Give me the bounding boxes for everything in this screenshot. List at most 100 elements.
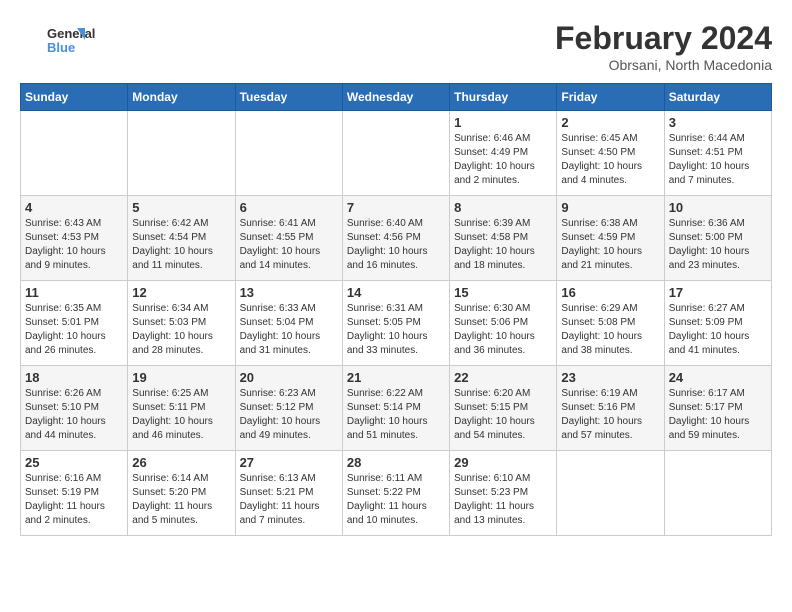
- day-number: 29: [454, 455, 552, 470]
- day-number: 12: [132, 285, 230, 300]
- calendar-cell: 9 Sunrise: 6:38 AM Sunset: 4:59 PM Daylig…: [557, 196, 664, 281]
- calendar-cell: 17 Sunrise: 6:27 AM Sunset: 5:09 PM Dayli…: [664, 281, 771, 366]
- day-info: Sunrise: 6:17 AM Sunset: 5:17 PM Dayligh…: [669, 387, 767, 443]
- day-number: 26: [132, 455, 230, 470]
- day-info: Sunrise: 6:33 AM Sunset: 5:04 PM Dayligh…: [240, 302, 338, 358]
- day-number: 13: [240, 285, 338, 300]
- calendar-cell: 15Sunrise: 6:30 AM Sunset: 5:06 PM Dayli…: [450, 281, 557, 366]
- day-number: 24: [669, 370, 767, 385]
- header-cell-sunday: Sunday: [21, 84, 128, 111]
- day-number: 3: [669, 115, 767, 130]
- calendar-cell: 3 Sunrise: 6:44 AM Sunset: 4:51 PM Daylig…: [664, 111, 771, 196]
- day-info: Sunrise: 6:29 AM Sunset: 5:08 PM Dayligh…: [561, 302, 659, 358]
- calendar-cell: [128, 111, 235, 196]
- calendar-cell: 12 Sunrise: 6:34 AM Sunset: 5:03 PM Dayli…: [128, 281, 235, 366]
- calendar-cell: 29 Sunrise: 6:10 AM Sunset: 5:23 PM Dayli…: [450, 451, 557, 536]
- calendar-cell: 22 Sunrise: 6:20 AM Sunset: 5:15 PM Dayli…: [450, 366, 557, 451]
- day-info: Sunrise: 6:27 AM Sunset: 5:09 PM Dayligh…: [669, 302, 767, 358]
- calendar-cell: 25 Sunrise: 6:16 AM Sunset: 5:19 PM Dayli…: [21, 451, 128, 536]
- day-info: Sunrise: 6:46 AM Sunset: 4:49 PM Dayligh…: [454, 132, 552, 188]
- calendar-week-0: 1 Sunrise: 6:46 AM Sunset: 4:49 PM Daylig…: [21, 111, 772, 196]
- day-info: Sunrise: 6:19 AM Sunset: 5:16 PM Dayligh…: [561, 387, 659, 443]
- calendar-cell: 11 Sunrise: 6:35 AM Sunset: 5:01 PM Dayli…: [21, 281, 128, 366]
- day-info: Sunrise: 6:10 AM Sunset: 5:23 PM Dayligh…: [454, 472, 552, 528]
- header-cell-saturday: Saturday: [664, 84, 771, 111]
- header-cell-friday: Friday: [557, 84, 664, 111]
- calendar-cell: 28Sunrise: 6:11 AM Sunset: 5:22 PM Dayli…: [342, 451, 449, 536]
- calendar-cell: 7 Sunrise: 6:40 AM Sunset: 4:56 PM Daylig…: [342, 196, 449, 281]
- day-number: 22: [454, 370, 552, 385]
- calendar-cell: [557, 451, 664, 536]
- svg-text:Blue: Blue: [47, 40, 75, 55]
- header-row: SundayMondayTuesdayWednesdayThursdayFrid…: [21, 84, 772, 111]
- calendar-cell: 18Sunrise: 6:26 AM Sunset: 5:10 PM Dayli…: [21, 366, 128, 451]
- calendar-cell: 24 Sunrise: 6:17 AM Sunset: 5:17 PM Dayli…: [664, 366, 771, 451]
- calendar-table: SundayMondayTuesdayWednesdayThursdayFrid…: [20, 83, 772, 536]
- calendar-subtitle: Obrsani, North Macedonia: [555, 57, 772, 73]
- calendar-cell: 21 Sunrise: 6:22 AM Sunset: 5:14 PM Dayli…: [342, 366, 449, 451]
- calendar-week-2: 11 Sunrise: 6:35 AM Sunset: 5:01 PM Dayli…: [21, 281, 772, 366]
- calendar-cell: 23 Sunrise: 6:19 AM Sunset: 5:16 PM Dayli…: [557, 366, 664, 451]
- day-info: Sunrise: 6:34 AM Sunset: 5:03 PM Dayligh…: [132, 302, 230, 358]
- day-number: 5: [132, 200, 230, 215]
- day-info: Sunrise: 6:26 AM Sunset: 5:10 PM Dayligh…: [25, 387, 123, 443]
- day-info: Sunrise: 6:42 AM Sunset: 4:54 PM Dayligh…: [132, 217, 230, 273]
- day-info: Sunrise: 6:13 AM Sunset: 5:21 PM Dayligh…: [240, 472, 338, 528]
- calendar-header: SundayMondayTuesdayWednesdayThursdayFrid…: [21, 84, 772, 111]
- day-number: 4: [25, 200, 123, 215]
- day-info: Sunrise: 6:16 AM Sunset: 5:19 PM Dayligh…: [25, 472, 123, 528]
- header-cell-tuesday: Tuesday: [235, 84, 342, 111]
- day-number: 10: [669, 200, 767, 215]
- day-info: Sunrise: 6:44 AM Sunset: 4:51 PM Dayligh…: [669, 132, 767, 188]
- day-info: Sunrise: 6:22 AM Sunset: 5:14 PM Dayligh…: [347, 387, 445, 443]
- calendar-cell: 16 Sunrise: 6:29 AM Sunset: 5:08 PM Dayli…: [557, 281, 664, 366]
- day-number: 8: [454, 200, 552, 215]
- header-cell-wednesday: Wednesday: [342, 84, 449, 111]
- calendar-title: February 2024: [555, 20, 772, 57]
- calendar-cell: 2Sunrise: 6:45 AM Sunset: 4:50 PM Daylig…: [557, 111, 664, 196]
- day-number: 9: [561, 200, 659, 215]
- svg-text:General: General: [47, 26, 95, 41]
- day-info: Sunrise: 6:11 AM Sunset: 5:22 PM Dayligh…: [347, 472, 445, 528]
- calendar-week-4: 25 Sunrise: 6:16 AM Sunset: 5:19 PM Dayli…: [21, 451, 772, 536]
- day-info: Sunrise: 6:40 AM Sunset: 4:56 PM Dayligh…: [347, 217, 445, 273]
- day-info: Sunrise: 6:41 AM Sunset: 4:55 PM Dayligh…: [240, 217, 338, 273]
- calendar-cell: 27 Sunrise: 6:13 AM Sunset: 5:21 PM Dayli…: [235, 451, 342, 536]
- calendar-cell: 19Sunrise: 6:25 AM Sunset: 5:11 PM Dayli…: [128, 366, 235, 451]
- header-cell-monday: Monday: [128, 84, 235, 111]
- day-number: 21: [347, 370, 445, 385]
- day-info: Sunrise: 6:43 AM Sunset: 4:53 PM Dayligh…: [25, 217, 123, 273]
- day-info: Sunrise: 6:36 AM Sunset: 5:00 PM Dayligh…: [669, 217, 767, 273]
- calendar-cell: 10 Sunrise: 6:36 AM Sunset: 5:00 PM Dayli…: [664, 196, 771, 281]
- day-number: 17: [669, 285, 767, 300]
- day-info: Sunrise: 6:25 AM Sunset: 5:11 PM Dayligh…: [132, 387, 230, 443]
- day-number: 27: [240, 455, 338, 470]
- day-number: 14: [347, 285, 445, 300]
- day-number: 16: [561, 285, 659, 300]
- title-area: February 2024 Obrsani, North Macedonia: [555, 20, 772, 73]
- calendar-cell: 20 Sunrise: 6:23 AM Sunset: 5:12 PM Dayli…: [235, 366, 342, 451]
- calendar-cell: 4 Sunrise: 6:43 AM Sunset: 4:53 PM Daylig…: [21, 196, 128, 281]
- day-info: Sunrise: 6:23 AM Sunset: 5:12 PM Dayligh…: [240, 387, 338, 443]
- calendar-cell: 5 Sunrise: 6:42 AM Sunset: 4:54 PM Daylig…: [128, 196, 235, 281]
- day-info: Sunrise: 6:35 AM Sunset: 5:01 PM Dayligh…: [25, 302, 123, 358]
- calendar-cell: 6Sunrise: 6:41 AM Sunset: 4:55 PM Daylig…: [235, 196, 342, 281]
- calendar-cell: 13 Sunrise: 6:33 AM Sunset: 5:04 PM Dayli…: [235, 281, 342, 366]
- day-number: 20: [240, 370, 338, 385]
- day-number: 25: [25, 455, 123, 470]
- calendar-cell: [342, 111, 449, 196]
- calendar-cell: 26 Sunrise: 6:14 AM Sunset: 5:20 PM Dayli…: [128, 451, 235, 536]
- day-info: Sunrise: 6:31 AM Sunset: 5:05 PM Dayligh…: [347, 302, 445, 358]
- calendar-cell: [235, 111, 342, 196]
- day-number: 1: [454, 115, 552, 130]
- day-info: Sunrise: 6:14 AM Sunset: 5:20 PM Dayligh…: [132, 472, 230, 528]
- day-info: Sunrise: 6:38 AM Sunset: 4:59 PM Dayligh…: [561, 217, 659, 273]
- day-info: Sunrise: 6:30 AM Sunset: 5:06 PM Dayligh…: [454, 302, 552, 358]
- day-number: 7: [347, 200, 445, 215]
- calendar-cell: [21, 111, 128, 196]
- day-number: 23: [561, 370, 659, 385]
- day-info: Sunrise: 6:20 AM Sunset: 5:15 PM Dayligh…: [454, 387, 552, 443]
- logo-icon: General Blue: [20, 20, 110, 60]
- calendar-week-1: 4 Sunrise: 6:43 AM Sunset: 4:53 PM Daylig…: [21, 196, 772, 281]
- day-number: 11: [25, 285, 123, 300]
